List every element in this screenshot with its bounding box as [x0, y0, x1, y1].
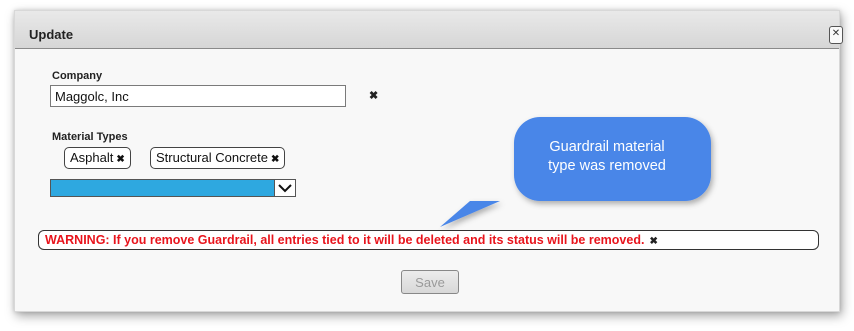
warning-message: WARNING: If you remove Guardrail, all en… — [38, 230, 819, 250]
callout-line-2: type was removed — [548, 158, 666, 174]
save-button[interactable]: Save — [401, 270, 459, 294]
callout-text: Guardrail material type was removed — [512, 138, 702, 176]
callout-line-1: Guardrail material — [549, 139, 665, 155]
warning-text: WARNING: If you remove Guardrail, all en… — [45, 233, 645, 247]
dismiss-warning-icon[interactable]: ✖ — [649, 236, 657, 247]
